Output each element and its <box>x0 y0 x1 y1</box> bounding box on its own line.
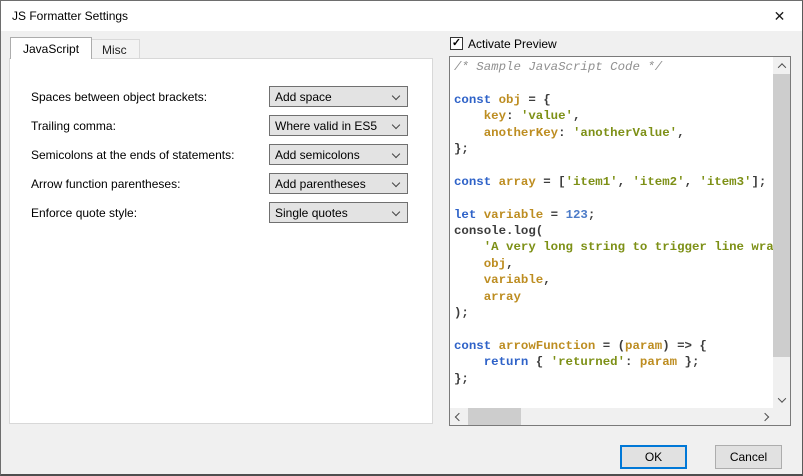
form-row: Spaces between object brackets: Add space <box>10 86 432 115</box>
tab-javascript[interactable]: JavaScript <box>10 37 92 59</box>
chevron-down-icon <box>392 92 400 100</box>
code-preview-panel: /* Sample JavaScript Code */ const obj =… <box>449 56 791 426</box>
form-row: Trailing comma: Where valid in ES5 <box>10 115 432 144</box>
vertical-scrollbar-thumb[interactable] <box>773 74 790 357</box>
window-title: JS Formatter Settings <box>12 9 128 23</box>
code-preview-content[interactable]: /* Sample JavaScript Code */ const obj =… <box>450 57 773 408</box>
setting-label: Enforce quote style: <box>31 206 137 220</box>
scroll-down-button[interactable] <box>773 391 790 408</box>
close-icon: ✕ <box>774 8 786 25</box>
form-row: Enforce quote style: Single quotes <box>10 202 432 231</box>
selected-value: Add space <box>275 90 332 104</box>
selected-value: Where valid in ES5 <box>275 119 377 133</box>
code-line: 'A very long string to trigger line wrap… <box>454 239 773 255</box>
chevron-down-icon <box>392 150 400 158</box>
code-line: ); <box>454 305 773 321</box>
scroll-right-button[interactable] <box>756 408 773 425</box>
code-line: return { 'returned': param }; <box>454 354 773 370</box>
code-line: const arrowFunction = (param) => { <box>454 338 773 354</box>
cancel-button[interactable]: Cancel <box>715 445 782 469</box>
close-button[interactable]: ✕ <box>757 1 802 31</box>
code-line: array <box>454 289 773 305</box>
code-line: const array = ['item1', 'item2', 'item3'… <box>454 174 773 190</box>
selected-value: Single quotes <box>275 206 348 220</box>
setting-dropdown-4[interactable]: Single quotes <box>269 202 408 223</box>
scroll-up-button[interactable] <box>773 57 790 74</box>
setting-label: Semicolons at the ends of statements: <box>31 148 234 162</box>
ok-button-label: OK <box>645 450 662 464</box>
code-line: }; <box>454 141 773 157</box>
chevron-down-icon <box>392 121 400 129</box>
setting-label: Spaces between object brackets: <box>31 90 207 104</box>
code-line <box>454 75 773 91</box>
tab-label: Misc <box>102 43 127 57</box>
form-row: Semicolons at the ends of statements: Add… <box>10 144 432 173</box>
scrollbar-corner <box>773 408 790 425</box>
cancel-button-label: Cancel <box>730 450 767 464</box>
title-bar: JS Formatter Settings ✕ <box>1 1 802 31</box>
tab-label: JavaScript <box>23 42 79 56</box>
code-line: key: 'value', <box>454 108 773 124</box>
activate-preview-label: Activate Preview <box>468 37 557 51</box>
checkmark-icon: ✓ <box>452 38 461 49</box>
form-row: Arrow function parentheses: Add parenthes… <box>10 173 432 202</box>
setting-dropdown-2[interactable]: Add semicolons <box>269 144 408 165</box>
code-line: let variable = 123; <box>454 207 773 223</box>
selected-value: Add semicolons <box>275 148 360 162</box>
horizontal-scrollbar[interactable] <box>450 408 773 425</box>
horizontal-scrollbar-thumb[interactable] <box>468 408 521 425</box>
code-line <box>454 157 773 173</box>
setting-dropdown-0[interactable]: Add space <box>269 86 408 107</box>
settings-form: Spaces between object brackets: Add space… <box>10 86 432 231</box>
code-line: console.log( <box>454 223 773 239</box>
chevron-down-icon <box>392 179 400 187</box>
chevron-down-icon <box>392 208 400 216</box>
setting-dropdown-1[interactable]: Where valid in ES5 <box>269 115 408 136</box>
chevron-right-icon <box>760 412 768 420</box>
code-line: }; <box>454 371 773 387</box>
vertical-scrollbar[interactable] <box>773 57 790 408</box>
activate-preview-row: ✓ Activate Preview <box>450 36 557 51</box>
setting-label: Arrow function parentheses: <box>31 177 180 191</box>
js-formatter-settings-dialog: JS Formatter Settings ✕ JavaScript Misc … <box>0 0 803 476</box>
setting-label: Trailing comma: <box>31 119 116 133</box>
chevron-down-icon <box>777 394 785 402</box>
code-line <box>454 190 773 206</box>
code-line <box>454 322 773 338</box>
code-line: /* Sample JavaScript Code */ <box>454 59 773 75</box>
code-line: variable, <box>454 272 773 288</box>
chevron-up-icon <box>777 63 785 71</box>
selected-value: Add parentheses <box>275 177 366 191</box>
ok-button[interactable]: OK <box>620 445 687 469</box>
setting-dropdown-3[interactable]: Add parentheses <box>269 173 408 194</box>
code-line: const obj = { <box>454 92 773 108</box>
code-line: obj, <box>454 256 773 272</box>
activate-preview-checkbox[interactable]: ✓ <box>450 37 463 50</box>
javascript-settings-panel: Spaces between object brackets: Add space… <box>9 58 433 424</box>
tab-misc[interactable]: Misc <box>89 39 140 59</box>
code-line: anotherKey: 'anotherValue', <box>454 125 773 141</box>
chevron-left-icon <box>454 412 462 420</box>
scroll-left-button[interactable] <box>450 408 467 425</box>
